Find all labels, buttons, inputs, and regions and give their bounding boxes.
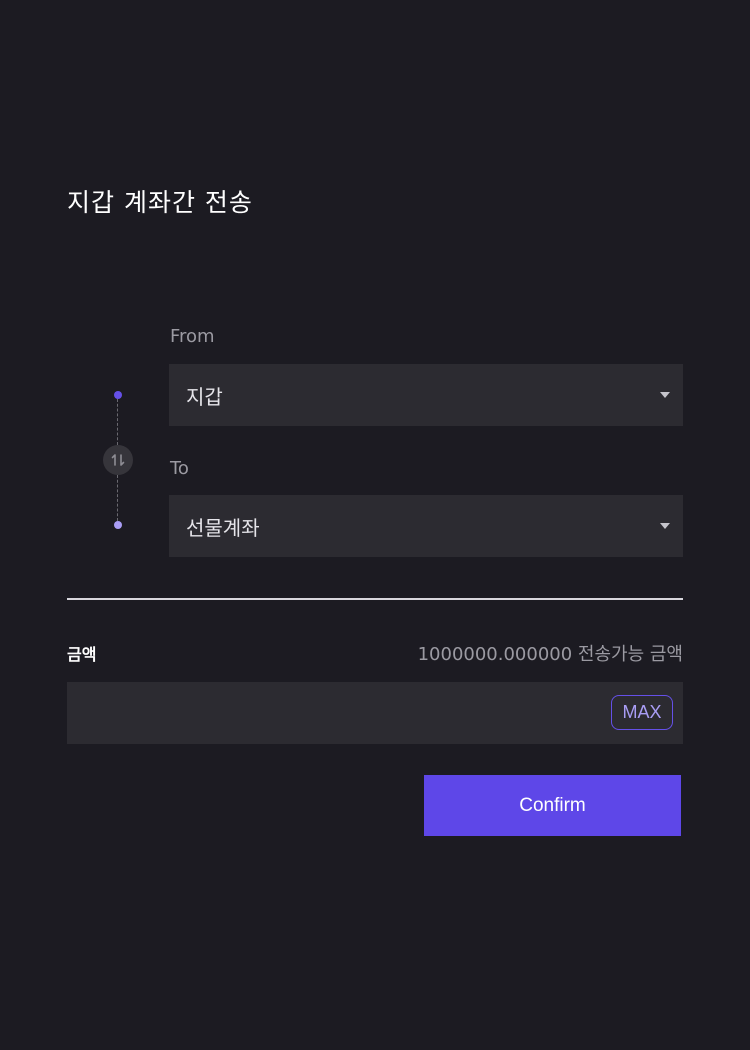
confirm-button[interactable]: Confirm [424, 775, 681, 836]
swap-vertical-icon [111, 454, 125, 466]
amount-label: 금액 [67, 645, 97, 664]
to-account-value: 선물계좌 [186, 515, 260, 540]
caret-down-icon [660, 392, 670, 398]
to-indicator-dot [114, 521, 122, 529]
amount-field: MAX [67, 682, 683, 744]
max-button[interactable]: MAX [611, 695, 673, 730]
section-divider [67, 598, 683, 600]
from-account-value: 지갑 [186, 384, 223, 409]
swap-accounts-button[interactable] [103, 445, 133, 475]
connector-line-bottom [117, 475, 118, 521]
caret-down-icon [660, 523, 670, 529]
from-indicator-dot [114, 391, 122, 399]
to-label: To [170, 458, 189, 479]
page-title: 지갑 계좌간 전송 [67, 188, 253, 217]
from-account-select[interactable]: 지갑 [169, 364, 683, 426]
amount-input[interactable] [67, 682, 597, 744]
to-account-select[interactable]: 선물계좌 [169, 495, 683, 557]
connector-line-top [117, 399, 118, 445]
available-amount-text: 1000000.000000 전송가능 금액 [417, 644, 683, 665]
from-label: From [170, 326, 215, 347]
